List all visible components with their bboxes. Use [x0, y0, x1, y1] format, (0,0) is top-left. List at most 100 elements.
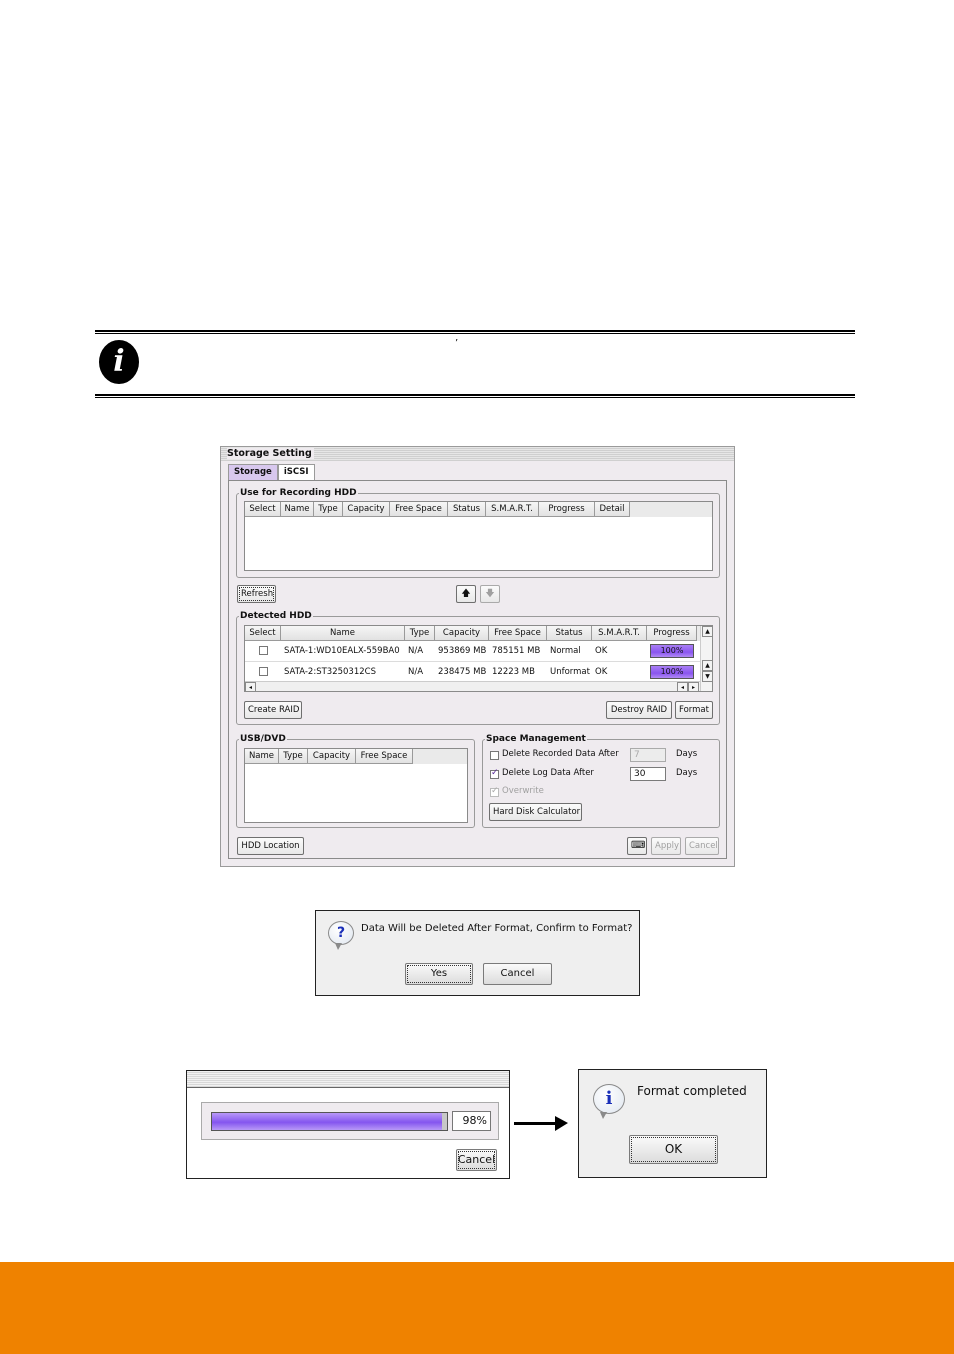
footer-band: [0, 1262, 954, 1354]
detected-hdd-header: Select Name Type Capacity Free Space Sta…: [245, 626, 712, 641]
scroll-left-icon[interactable]: ◂: [677, 682, 688, 691]
table-row[interactable]: SATA-1:WD10EALX-559BA0 N/A 953869 MB 785…: [245, 641, 712, 662]
destroy-raid-button[interactable]: Destroy RAID: [606, 701, 672, 719]
cancel-button[interactable]: Cancel: [685, 837, 719, 855]
progress-cancel-button[interactable]: Cancel: [456, 1149, 497, 1171]
cell-free-space: 12223 MB: [492, 667, 535, 677]
days-label: Days: [676, 768, 698, 778]
ok-button[interactable]: OK: [629, 1135, 718, 1164]
column-header-name[interactable]: Name: [281, 626, 405, 641]
usb-dvd-table[interactable]: Name Type Capacity Free Space: [244, 748, 468, 823]
cell-type: N/A: [408, 646, 424, 656]
format-progress-dialog: 98% Cancel: [186, 1070, 510, 1179]
delete-recorded-label: Delete Recorded Data After: [502, 749, 619, 759]
window-title-bar: Storage Setting: [221, 447, 734, 461]
delete-log-checkbox[interactable]: [490, 768, 499, 779]
move-up-button[interactable]: 🡅: [456, 585, 476, 603]
scroll-up-icon[interactable]: ▲: [702, 626, 712, 637]
progress-bar: 100%: [650, 665, 694, 679]
scroll-left-icon[interactable]: ◂: [245, 682, 256, 691]
cell-capacity: 238475 MB: [438, 667, 487, 677]
column-header-type[interactable]: Type: [314, 502, 343, 517]
usb-dvd-header: Name Type Capacity Free Space: [245, 749, 467, 764]
table-row[interactable]: SATA-2:ST3250312CS N/A 238475 MB 12223 M…: [245, 662, 712, 683]
cell-smart: OK: [595, 646, 608, 656]
column-header-name[interactable]: Name: [245, 749, 279, 764]
completed-message: Format completed: [637, 1084, 747, 1098]
refresh-button[interactable]: Refresh: [237, 585, 276, 603]
hdd-location-button[interactable]: HDD Location: [237, 837, 304, 855]
column-header-smart[interactable]: S.M.A.R.T.: [486, 502, 539, 517]
column-header-status[interactable]: Status: [448, 502, 486, 517]
format-completed-dialog: i Format completed OK: [578, 1069, 767, 1178]
storage-setting-window: Storage Setting Storage iSCSI Use for Re…: [220, 446, 735, 867]
column-header-progress[interactable]: Progress: [539, 502, 595, 517]
delete-recorded-days-input[interactable]: 7: [630, 748, 666, 762]
yes-button[interactable]: Yes: [405, 963, 473, 985]
keyboard-icon: ⌨: [631, 840, 646, 851]
storage-tab-panel: Use for Recording HDD Select Name Type C…: [228, 480, 727, 859]
vertical-scrollbar[interactable]: ▲ ▲ ▼: [700, 626, 712, 691]
delete-log-days-input[interactable]: 30: [630, 767, 666, 781]
note-text-fragment: ’: [455, 338, 459, 349]
column-header-type[interactable]: Type: [405, 626, 435, 641]
format-button[interactable]: Format: [675, 701, 713, 719]
cell-capacity: 953869 MB: [438, 646, 487, 656]
column-header-free-space[interactable]: Free Space: [489, 626, 547, 641]
note-top-rule: [95, 330, 855, 334]
column-header-type[interactable]: Type: [279, 749, 308, 764]
detected-hdd-table[interactable]: Select Name Type Capacity Free Space Sta…: [244, 625, 713, 692]
progress-frame: 98%: [201, 1102, 499, 1140]
scroll-right-icon[interactable]: ▸: [688, 682, 699, 691]
column-header-smart[interactable]: S.M.A.R.T.: [592, 626, 647, 641]
info-bubble-icon: i: [593, 1084, 625, 1119]
row-select-checkbox[interactable]: [258, 667, 268, 676]
overwrite-checkbox[interactable]: [490, 786, 499, 797]
cell-type: N/A: [408, 667, 424, 677]
delete-recorded-checkbox[interactable]: [490, 751, 499, 760]
note-block: i ’: [95, 330, 855, 400]
column-header-select[interactable]: Select: [245, 626, 281, 641]
progress-title-bar: [187, 1071, 509, 1088]
column-header-status[interactable]: Status: [547, 626, 592, 641]
confirm-cancel-button[interactable]: Cancel: [483, 963, 552, 985]
column-header-select[interactable]: Select: [245, 502, 281, 517]
hard-disk-calculator-button[interactable]: Hard Disk Calculator: [489, 803, 582, 821]
column-header-progress[interactable]: Progress: [647, 626, 697, 641]
window-title: Storage Setting: [227, 448, 314, 459]
confirm-format-dialog: ? Data Will be Deleted After Format, Con…: [315, 910, 640, 996]
column-header-free-space[interactable]: Free Space: [390, 502, 448, 517]
column-header-capacity[interactable]: Capacity: [308, 749, 356, 764]
column-header-capacity[interactable]: Capacity: [435, 626, 489, 641]
create-raid-button[interactable]: Create RAID: [244, 701, 302, 719]
progress-fill: [212, 1113, 443, 1130]
tab-storage[interactable]: Storage: [228, 464, 278, 480]
column-header-name[interactable]: Name: [281, 502, 314, 517]
recording-hdd-legend: Use for Recording HDD: [240, 488, 357, 498]
cell-smart: OK: [595, 667, 608, 677]
column-header-free-space[interactable]: Free Space: [356, 749, 413, 764]
move-down-button[interactable]: 🡇: [480, 585, 500, 603]
detected-hdd-legend: Detected HDD: [240, 611, 312, 621]
column-header-detail[interactable]: Detail: [595, 502, 630, 517]
recording-hdd-table[interactable]: Select Name Type Capacity Free Space Sta…: [244, 501, 713, 571]
cell-status: Normal: [550, 646, 581, 656]
scroll-down-icon[interactable]: ▼: [702, 671, 712, 682]
progress-track: [211, 1112, 448, 1131]
scroll-up-icon[interactable]: ▲: [702, 660, 712, 671]
row-select-checkbox[interactable]: [258, 646, 268, 655]
days-label: Days: [676, 749, 698, 759]
horizontal-scrollbar[interactable]: ◂ ◂ ▸: [245, 681, 700, 691]
progress-percent-text: 98%: [452, 1111, 491, 1131]
tab-iscsi[interactable]: iSCSI: [277, 464, 315, 480]
arrow-up-icon: 🡅: [461, 589, 471, 599]
apply-button[interactable]: Apply: [651, 837, 681, 855]
confirm-message: Data Will be Deleted After Format, Confi…: [361, 923, 633, 934]
keyboard-button[interactable]: ⌨: [627, 837, 647, 855]
column-header-capacity[interactable]: Capacity: [343, 502, 390, 517]
note-bottom-rule: [95, 394, 855, 398]
arrow-down-icon: 🡇: [485, 589, 495, 599]
progress-bar: 100%: [650, 644, 694, 658]
tab-bar: Storage iSCSI: [228, 464, 315, 480]
info-note-icon: i: [99, 340, 139, 384]
